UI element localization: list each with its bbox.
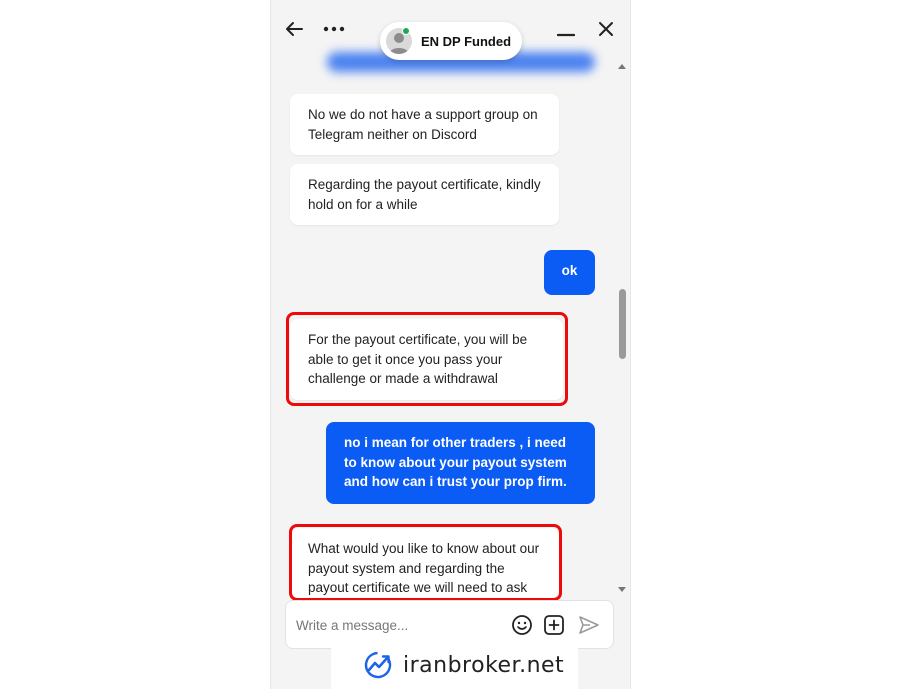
send-button[interactable] [577,613,601,637]
online-status-dot [402,27,410,35]
message-text: For the payout certificate, you will be … [308,332,528,386]
ellipsis-icon [323,26,345,32]
attach-button[interactable] [542,613,566,637]
message-list[interactable]: No we do not have a support group on Tel… [271,76,616,601]
message-text: No we do not have a support group on Tel… [308,107,538,142]
emoji-button[interactable] [510,613,534,637]
more-options-button[interactable] [321,16,347,42]
message-agent: No we do not have a support group on Tel… [290,94,559,155]
scrollbar[interactable] [616,64,628,598]
agent-name: EN DP Funded [421,33,512,49]
message-text: What would you like to know about our pa… [308,541,540,595]
arrow-left-icon [286,22,303,36]
watermark-text: iranbroker.net [403,652,565,678]
message-input[interactable] [296,615,506,635]
message-user: ok [544,250,595,295]
message-text: ok [561,263,578,278]
message-agent: What would you like to know about our pa… [290,528,559,598]
chat-window: EN DP Funded No we do not have a support… [270,0,631,689]
message-agent: Regarding the payout certificate, kindly… [290,164,559,225]
minimize-button[interactable] [553,16,579,42]
message-text: Regarding the payout certificate, kindly… [308,177,541,212]
scroll-down-arrow[interactable] [618,587,626,592]
close-button[interactable] [593,16,619,42]
scroll-up-arrow[interactable] [618,64,626,69]
watermark: iranbroker.net [331,641,578,689]
trend-chart-logo [364,651,392,679]
scroll-thumb[interactable] [619,289,626,359]
agent-badge: EN DP Funded [380,22,522,60]
message-agent: For the payout certificate, you will be … [290,319,563,400]
smiley-icon [512,615,532,635]
message-text: no i mean for other traders , i need to … [344,435,567,489]
plus-square-icon [544,615,564,635]
send-icon [579,616,599,634]
close-icon [599,22,613,36]
back-button[interactable] [281,16,307,42]
minimize-icon [557,33,575,37]
message-user: no i mean for other traders , i need to … [326,422,595,504]
